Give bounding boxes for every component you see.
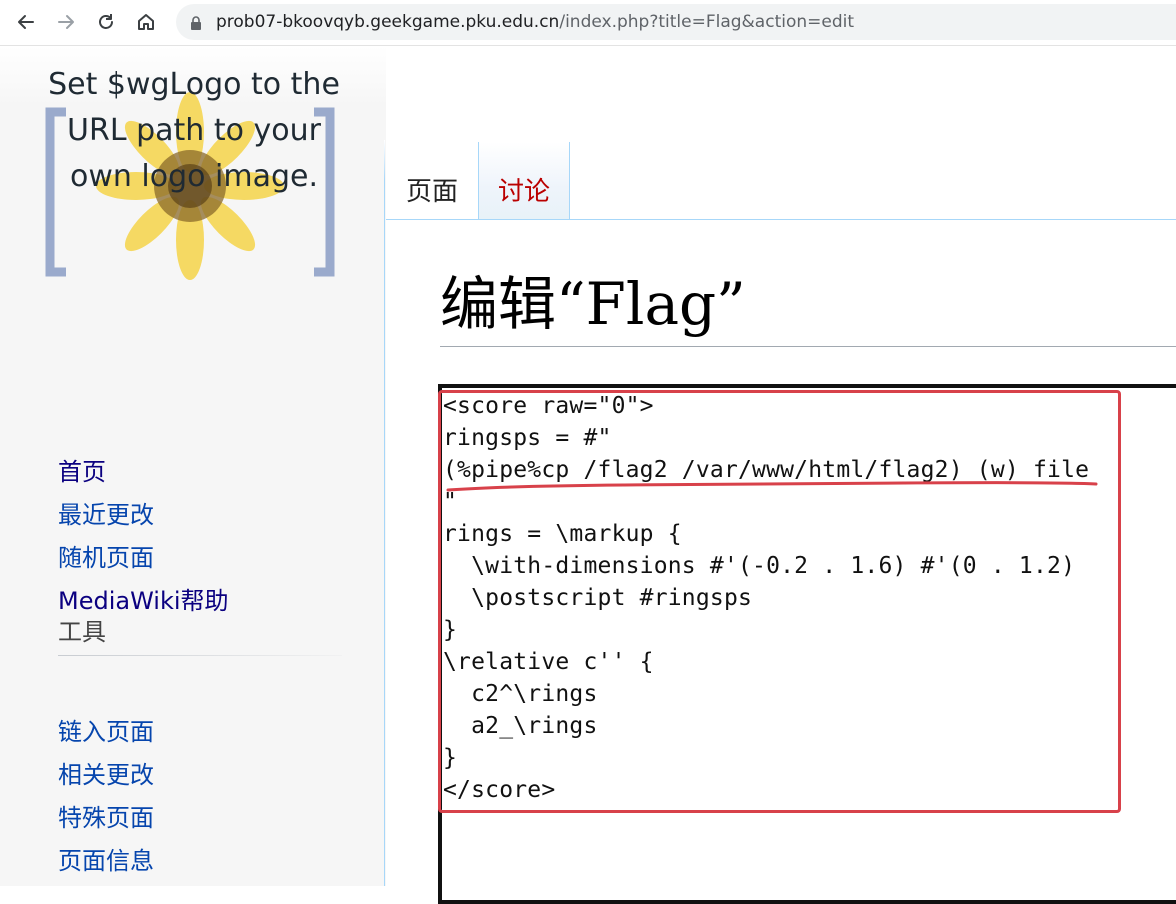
reload-icon[interactable] (91, 7, 121, 37)
tab-page[interactable]: 页面 (386, 142, 478, 219)
lock-icon[interactable] (190, 15, 202, 34)
annotation-highlight-box (438, 390, 1121, 813)
forward-arrow-icon[interactable] (51, 7, 81, 37)
address-bar[interactable]: prob07-bkoovqyb.geekgame.pku.edu.cn/inde… (176, 4, 1176, 40)
tool-related-changes[interactable]: 相关更改 (58, 754, 154, 797)
tabs-border (386, 219, 1176, 220)
annotation-underline (446, 481, 1098, 492)
navigation-portal: 首页 最近更改 随机页面 MediaWiki帮助 (58, 451, 229, 623)
nav-random-page[interactable]: 随机页面 (58, 537, 229, 580)
tool-special-pages[interactable]: 特殊页面 (58, 797, 154, 840)
url-text: prob07-bkoovqyb.geekgame.pku.edu.cn/inde… (216, 4, 854, 40)
sidebar-divider (384, 140, 385, 886)
tools-heading: 工具 (58, 612, 342, 656)
tools-portal: 链入页面 相关更改 特殊页面 页面信息 (58, 711, 154, 883)
browser-toolbar: prob07-bkoovqyb.geekgame.pku.edu.cn/inde… (0, 0, 1176, 46)
home-icon[interactable] (131, 7, 161, 37)
tool-what-links-here[interactable]: 链入页面 (58, 711, 154, 754)
tool-page-information[interactable]: 页面信息 (58, 840, 154, 883)
tab-discussion[interactable]: 讨论 (478, 142, 570, 219)
back-arrow-icon[interactable] (11, 7, 41, 37)
page-title: 编辑“Flag” (440, 262, 1176, 347)
logo-text: Set $wgLogo to the URL path to your own … (48, 67, 340, 194)
nav-main-page[interactable]: 首页 (58, 451, 229, 494)
url-host: prob07-bkoovqyb.geekgame.pku.edu.cn (216, 12, 560, 32)
url-path: /index.php?title=Flag&action=edit (559, 12, 855, 32)
nav-recent-changes[interactable]: 最近更改 (58, 494, 229, 537)
site-logo[interactable]: Set $wgLogo to the URL path to your own … (44, 60, 344, 300)
